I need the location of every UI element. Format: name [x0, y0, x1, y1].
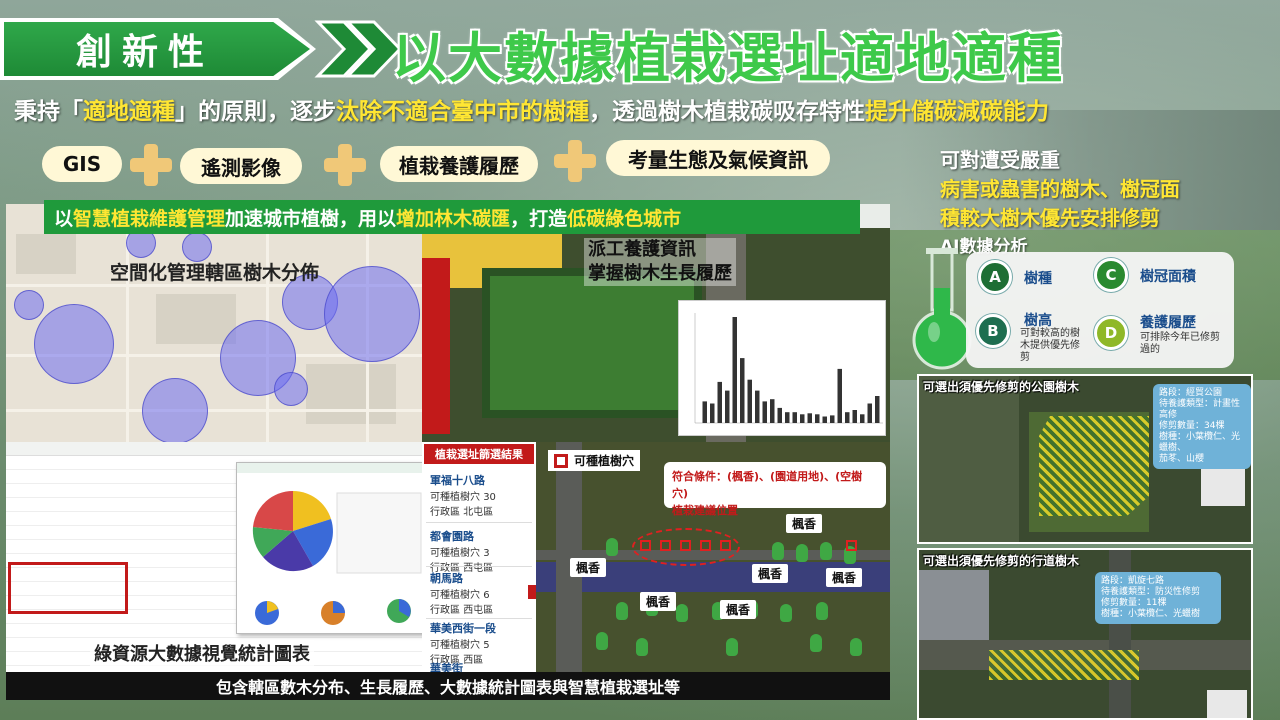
ai-item-desc: 可對較高的樹木提供優先修剪 [1020, 328, 1080, 363]
badge-b-icon: B [976, 314, 1010, 348]
chart-bar [830, 415, 835, 423]
chart-bar [860, 414, 865, 423]
plus-icon [324, 144, 366, 186]
ai-analysis-panel: A 樹種 C 樹冠面積 B 樹高 可對較高的樹木提供優先修剪 D 養護履歷 可排… [966, 252, 1234, 368]
chart-bar [732, 317, 737, 423]
chart-bar [702, 401, 707, 423]
street-trees-info: 路段：凱旋七路 待養護類型：防災性修剪 修剪數量：11棵 樹種：小葉欖仁、光蠟樹 [1095, 572, 1221, 624]
plus-icon [554, 140, 596, 182]
plantable-legend: 可種植樹穴 [548, 450, 641, 471]
site-recommendation-view: 可種植樹穴 符合條件：(楓香)、(園道用地)、(空樹穴) 植栽建議位置 楓香 楓… [536, 442, 890, 672]
header-tab-label: 創新性 [76, 32, 215, 73]
main-screenshot-panel: 空間化管理轄區樹木分佈 派工養護資訊 掌握樹木生長履歷 綠資源大數據視覺統計圖表… [6, 204, 890, 700]
plus-icon [130, 144, 172, 186]
selection-item[interactable]: 軍福十八路 可種植樹穴 30 行政區 北屯區 [430, 472, 530, 518]
chart-bar [815, 414, 820, 423]
street-trees-image: 可選出須優先修剪的行道樹木 路段：凱旋七路 待養護類型：防災性修剪 修剪數量：1… [917, 548, 1253, 720]
district-tree-map: 空間化管理轄區樹木分佈 [6, 204, 422, 442]
badge-a-icon: A [978, 260, 1012, 294]
panel-caption: 包含轄區數木分布、生長履歷、大數據統計圖表與智慧植栽選址等 [6, 672, 890, 700]
chart-bar [845, 412, 850, 423]
chart-bar [785, 412, 790, 423]
smart-planting-banner: 以智慧植栽維護管理 加速城市植樹，用以 增加林木碳匯 ，打造 低碳綠色城市 [44, 200, 860, 234]
chart-bar [837, 368, 842, 423]
pill-eco-climate: 考量生態及氣候資訊 [606, 140, 830, 176]
species-tag: 楓香 [640, 592, 677, 611]
chart-bar [822, 416, 827, 423]
site-selection-results: 植栽選址篩選結果 軍福十八路 可種植樹穴 30 行政區 北屯區 都會園路 可種植… [422, 442, 536, 675]
chart-bar [717, 381, 722, 423]
ai-item-desc: 可排除今年已修剪過的 [1140, 332, 1220, 355]
bar-chart-panel [678, 300, 886, 436]
satellite-maintenance-view: 派工養護資訊 掌握樹木生長履歷 [422, 228, 890, 442]
ai-item-name: 養護履歷 [1140, 315, 1196, 331]
park-trees-image: 可選出須優先修剪的公園樹木 路段：經貿公園 待養護類型：計畫性高修 修剪數量：3… [917, 374, 1253, 544]
criteria-callout: 符合條件：(楓香)、(園道用地)、(空樹穴) 植栽建議位置 [664, 462, 886, 517]
species-tag: 楓香 [826, 568, 863, 587]
chart-bar [755, 390, 760, 423]
chart-bar [807, 413, 812, 423]
species-tag: 楓香 [786, 514, 823, 533]
square-icon [554, 453, 568, 468]
chart-bar [762, 401, 767, 423]
badge-c-icon: C [1094, 258, 1128, 292]
ai-item-name: 樹高 [1024, 313, 1052, 329]
right-description: 可對遭受嚴重 病害或蟲害的樹木、樹冠面 積較大樹木優先安排修剪 [940, 148, 1180, 230]
badge-d-icon: D [1094, 316, 1128, 350]
chart-bar [710, 403, 715, 423]
chart-bar [792, 412, 797, 423]
species-tag: 楓香 [720, 600, 757, 619]
statistics-chart-popup [236, 462, 427, 634]
pill-gis: GIS [42, 146, 122, 182]
chart-bar [725, 390, 730, 423]
chart-bar [770, 399, 775, 423]
park-trees-label: 可選出須優先修剪的公園樹木 [923, 380, 1080, 394]
ai-item-name: 樹冠面積 [1140, 269, 1196, 285]
pill-remote-sensing: 遙測影像 [180, 148, 302, 184]
chart-bar [800, 414, 805, 423]
bar-chart [694, 313, 883, 424]
subtitle: 秉持「適地適種」的原則，逐步汰除不適合臺中市的樹種，透過樹木植栽碳吸存特性提升儲… [14, 99, 1049, 125]
chart-bar [875, 396, 880, 423]
chart-bar [777, 407, 782, 423]
species-tag: 楓香 [570, 558, 607, 577]
chart-bar [747, 379, 752, 423]
park-trees-info: 路段：經貿公園 待養護類型：計畫性高修 修剪數量：34棵 樹種：小葉欖仁、光蠟樹… [1153, 384, 1251, 469]
chart-bar [852, 410, 857, 423]
chart-bar [867, 403, 872, 423]
ai-item-name: 樹種 [1024, 271, 1052, 287]
page-title: 以大數據植栽選址適地適種 [392, 27, 1064, 90]
maintenance-label: 派工養護資訊 掌握樹木生長履歷 [584, 238, 736, 286]
map-label: 空間化管理轄區樹木分佈 [110, 262, 320, 284]
selection-item[interactable]: 都會園路 可種植樹穴 3 行政區 西屯區 [430, 528, 530, 574]
species-tag: 楓香 [752, 564, 789, 583]
chart-bar [740, 358, 745, 423]
selection-title: 植栽選址篩選結果 [424, 444, 534, 464]
pill-maintenance-history: 植栽養護履歷 [380, 146, 538, 182]
stats-label: 綠資源大數據視覺統計圖表 [90, 640, 314, 666]
selection-item-selected[interactable]: 朝馬路 可種植樹穴 6 行政區 西屯區 [430, 570, 530, 616]
header-tab: 創新性 [4, 22, 310, 76]
flask-icon [912, 248, 972, 370]
selected-highlight-box [8, 562, 128, 614]
street-trees-label: 可選出須優先修剪的行道樹木 [923, 554, 1080, 568]
